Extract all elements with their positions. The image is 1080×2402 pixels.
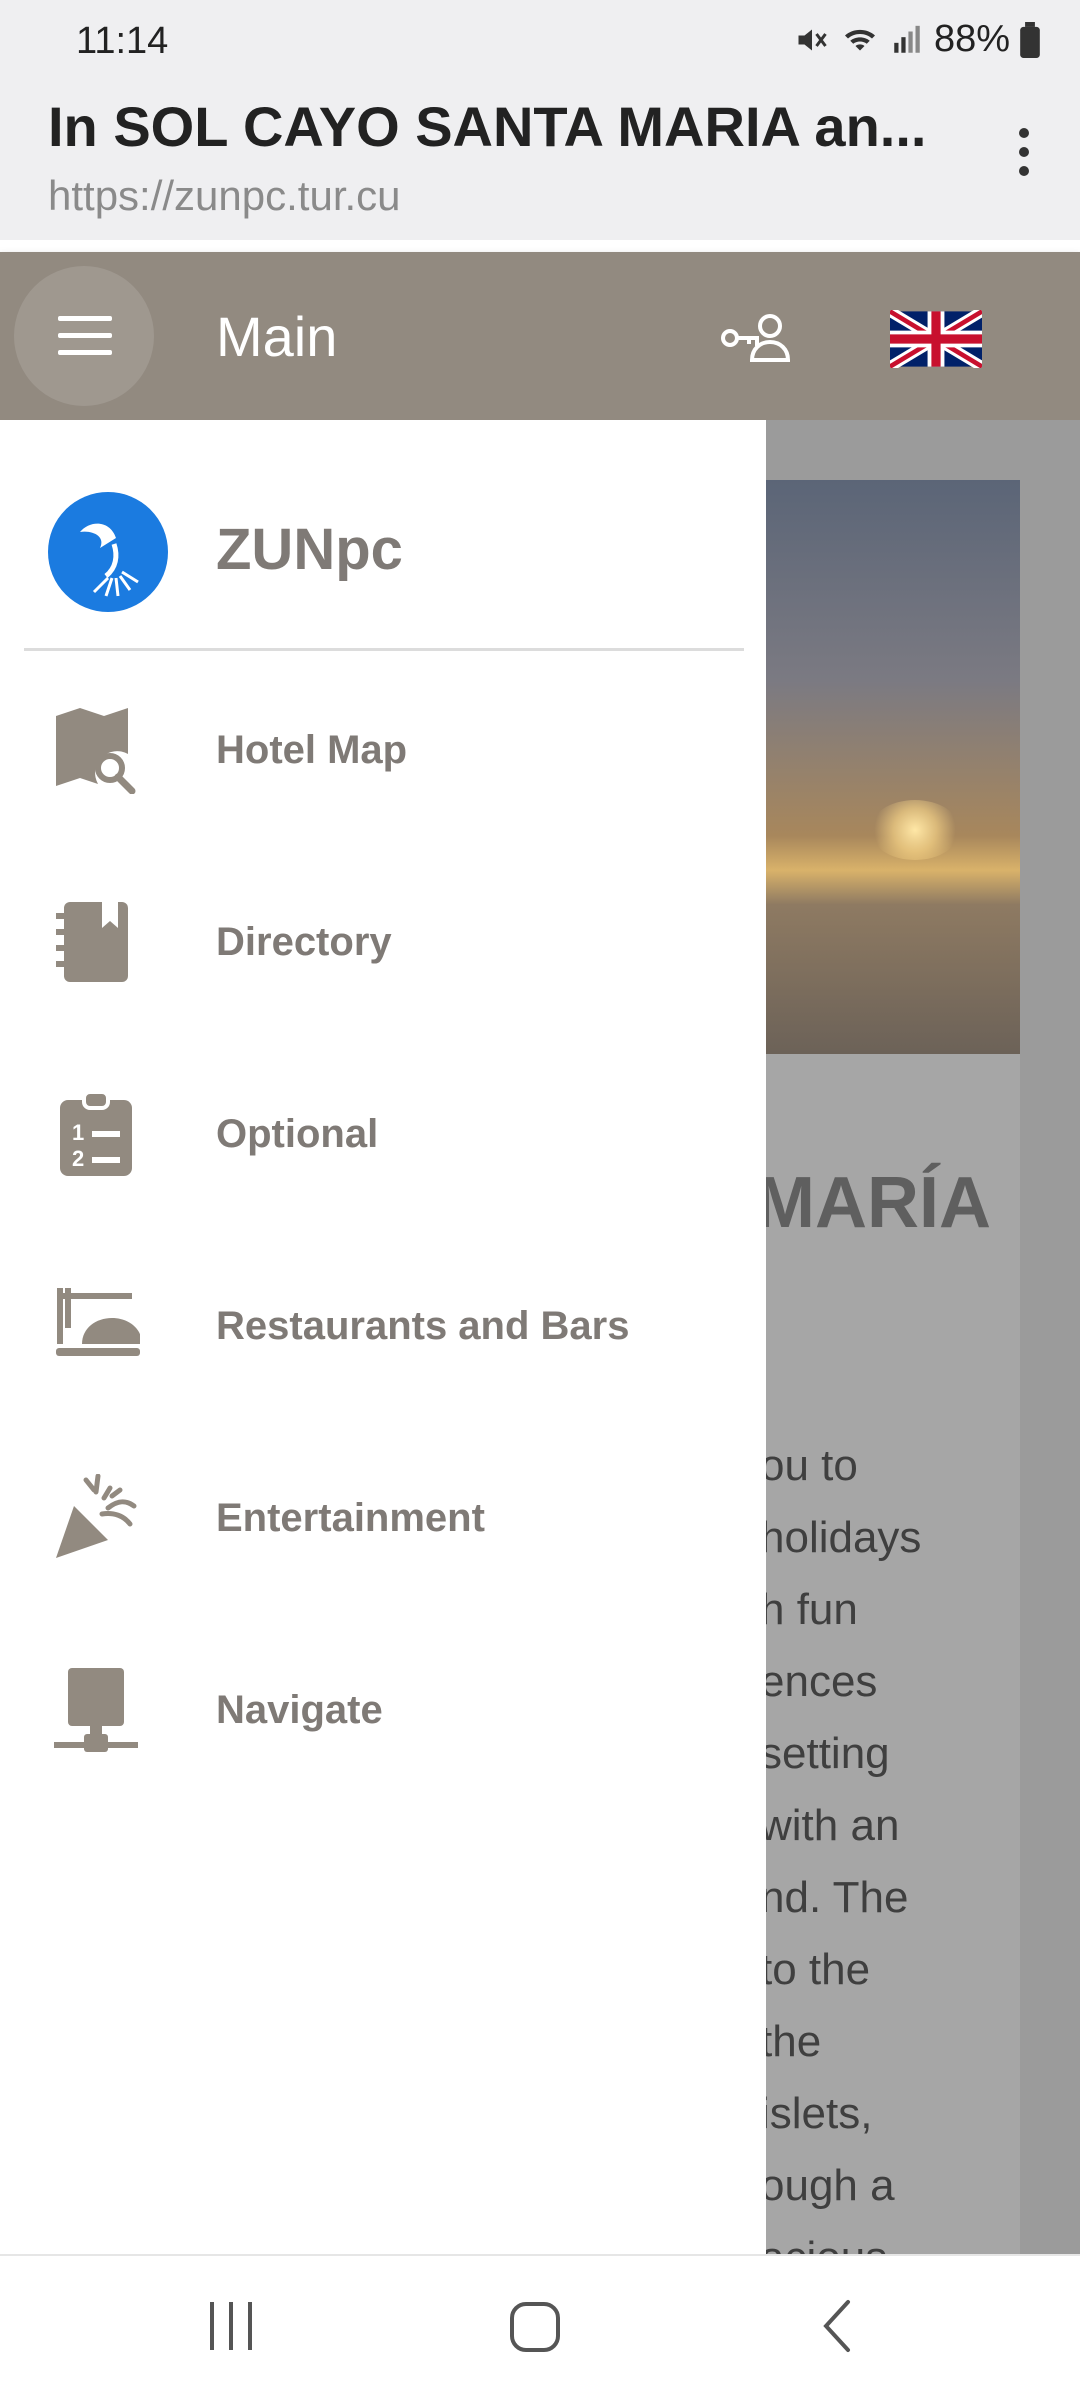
nav-item-directory[interactable]: Directory [0,862,766,1022]
network-icon [52,1666,140,1754]
more-dot-icon [1019,147,1029,157]
nav-item-hotel-map[interactable]: Hotel Map [0,670,766,830]
paragraph-line: h fun [760,1585,858,1634]
paragraph-line: with an [760,1801,900,1850]
notebook-icon [52,898,140,986]
page-title: In SOL CAYO SANTA MARIA an... [48,95,927,158]
nav-item-navigate[interactable]: Navigate [0,1630,766,1790]
wifi-icon [840,22,880,58]
browser-bar[interactable]: In SOL CAYO SANTA MARIA an... https://zu… [0,84,1080,240]
battery-percent: 88% [933,18,1010,60]
uk-flag-icon[interactable] [887,306,985,372]
paragraph-line: setting [760,1729,890,1778]
more-dot-icon [1019,166,1029,176]
nav-label: Restaurants and Bars [216,1304,630,1348]
app-header: Main [0,252,1080,420]
paragraph-line: to the [760,1945,871,1994]
paragraph-line: nd. The [760,1873,909,1922]
content-heading: MARÍA [755,1163,991,1243]
paragraph-line: islets, [760,2089,873,2138]
status-icons: 88% [794,18,1040,61]
back-button[interactable] [818,2296,858,2361]
nav-label: Entertainment [216,1496,485,1540]
clipboard-list-icon: 1 2 [52,1090,140,1178]
menu-icon-bar [58,316,112,321]
svg-text:2: 2 [72,1146,84,1171]
navigation-drawer: ZUNpc Hotel Map Directory 1 2 Optional R… [0,420,766,2254]
nav-label: Navigate [216,1688,383,1732]
battery-icon [1020,21,1040,58]
paragraph-line: ences [760,1657,878,1706]
nav-label: Optional [216,1112,379,1156]
zunpc-logo-icon [48,492,168,612]
signal-icon [890,22,924,58]
nav-item-optional[interactable]: 1 2 Optional [0,1054,766,1214]
status-bar: 11:14 88% [0,0,1080,84]
page-url[interactable]: https://zunpc.tur.cu [48,172,401,220]
nav-label: Hotel Map [216,728,408,772]
menu-icon-bar [58,333,112,338]
nav-label: Directory [216,920,392,964]
system-navigation-bar [0,2254,1080,2402]
paragraph-line: the [760,2017,822,2066]
header-title: Main [216,305,338,368]
paragraph-line: holidays [760,1513,922,1562]
content-paragraph: ou to holidays h fun ences setting with … [760,1430,921,2294]
more-dot-icon [1019,128,1029,138]
nav-item-restaurants-and-bars[interactable]: Restaurants and Bars [0,1246,766,1406]
drawer-divider [24,648,744,651]
svg-text:1: 1 [72,1120,84,1145]
recent-apps-button[interactable] [206,2296,256,2361]
mute-icon [794,22,830,58]
nav-item-entertainment[interactable]: Entertainment [0,1438,766,1598]
browser-menu-button[interactable] [1012,128,1036,188]
drawer-brand: ZUNpc [216,517,403,582]
food-tray-icon [52,1282,142,1370]
paragraph-line: ou to [760,1441,858,1490]
party-popper-icon [52,1473,140,1562]
map-search-icon [52,706,140,795]
status-time: 11:14 [76,20,169,62]
sunset-beach-photo [740,480,1020,1054]
hamburger-menu-button[interactable] [14,266,154,406]
menu-icon-bar [58,350,112,355]
paragraph-line: ough a [760,2161,895,2210]
sun-glow [870,800,960,860]
login-key-icon[interactable] [718,312,794,369]
home-button[interactable] [508,2296,564,2361]
